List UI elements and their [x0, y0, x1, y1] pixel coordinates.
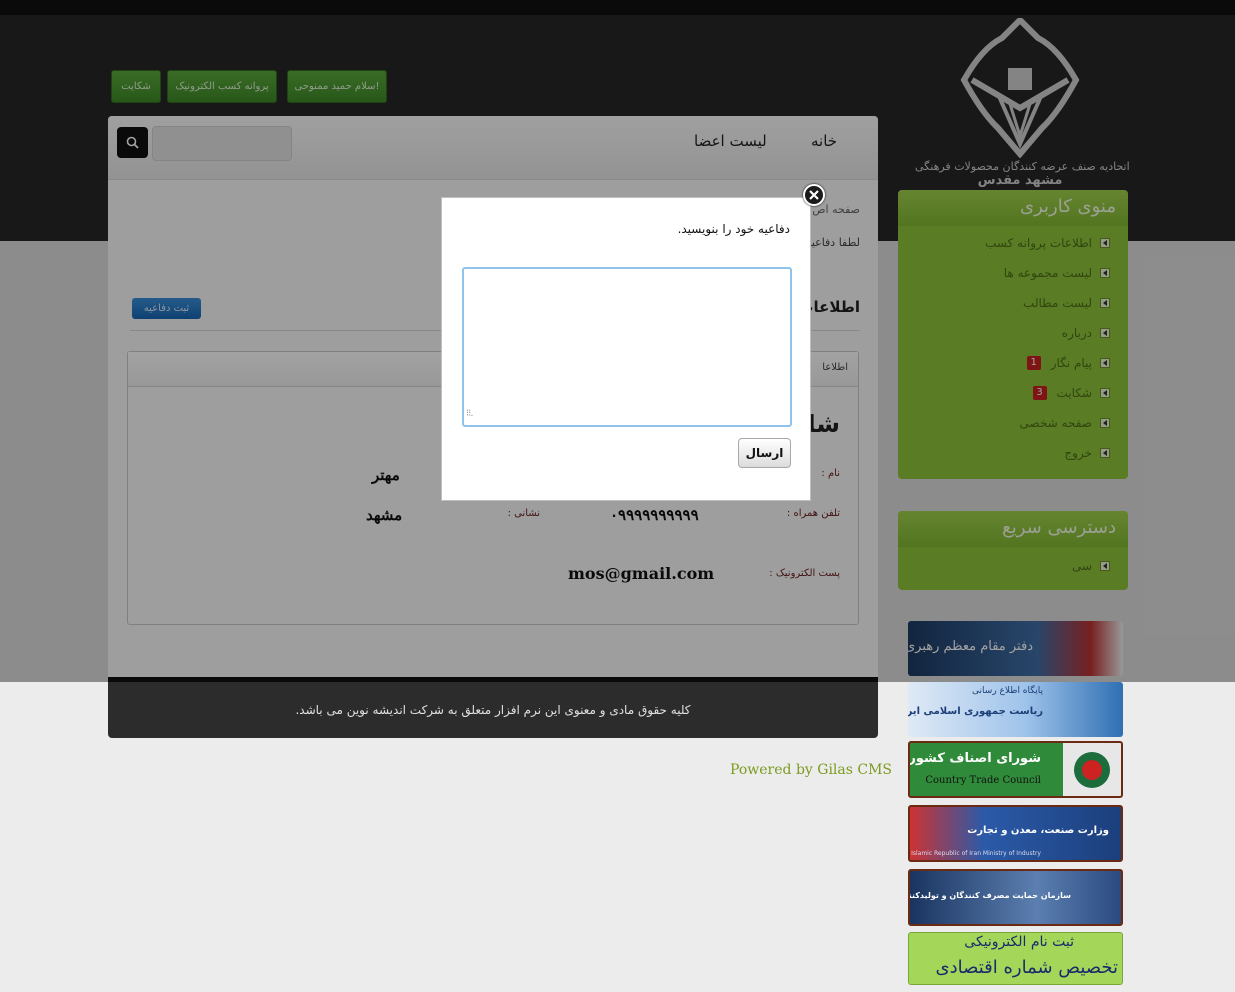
- president-banner[interactable]: پایگاه اطلاع رسانی ریاست جمهوری اسلامی ا…: [908, 682, 1123, 737]
- banner-label: Country Trade Council: [925, 775, 1041, 786]
- gear-logo-icon: [1063, 743, 1121, 796]
- modal-title: دفاعیه خود را بنویسید.: [677, 222, 790, 236]
- banner-label: ریاست جمهوری اسلامی ایران: [908, 706, 1043, 717]
- banner-label: ثبت نام الکترونیکی: [964, 934, 1074, 950]
- footer-copyright: کلیه حقوق مادی و معنوی این نرم افزار متع…: [108, 677, 878, 738]
- banner-label: وزارت صنعت، معدن و تجارت: [967, 825, 1109, 836]
- defense-textarea[interactable]: [462, 267, 792, 427]
- banner-label: شورای اصناف کشور: [908, 751, 1041, 766]
- send-button[interactable]: ارسال: [738, 438, 791, 468]
- economic-code-banner[interactable]: ثبت نام الکترونیکی تخصیص شماره اقتصادی: [908, 932, 1123, 985]
- banner-label: پایگاه اطلاع رسانی: [972, 686, 1043, 696]
- ministry-banner[interactable]: وزارت صنعت، معدن و تجارت Islamic Republi…: [908, 805, 1123, 862]
- close-icon[interactable]: [803, 184, 825, 206]
- powered-by-link[interactable]: Powered by Gilas CMS: [730, 762, 892, 778]
- guild-council-banner[interactable]: شورای اصناف کشور Country Trade Council: [908, 741, 1123, 798]
- consumer-protection-banner[interactable]: سازمان حمایت مصرف کنندگان و تولیدکنندگان: [908, 869, 1123, 926]
- banner-label: سازمان حمایت مصرف کنندگان و تولیدکنندگان: [908, 891, 1071, 900]
- banner-label: تخصیص شماره اقتصادی: [935, 957, 1119, 978]
- banner-label: Islamic Republic of Iran Ministry of Ind…: [911, 850, 1041, 857]
- resize-grip-icon[interactable]: ⁝⁝.: [466, 408, 473, 419]
- defense-modal: دفاعیه خود را بنویسید. ⁝⁝. ارسال: [441, 197, 811, 501]
